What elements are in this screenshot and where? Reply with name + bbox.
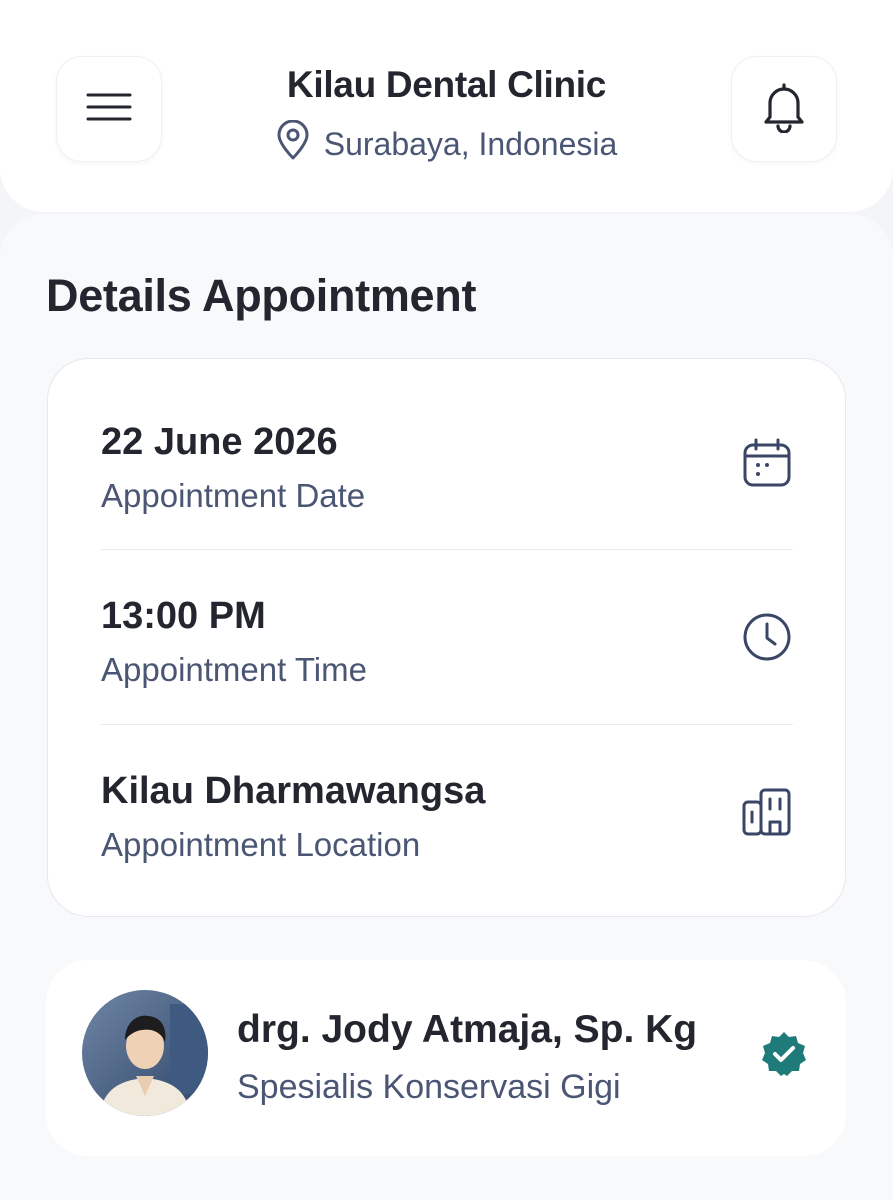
location-text: Surabaya, Indonesia: [323, 125, 618, 162]
clock-icon: [741, 611, 793, 663]
section-title: Details Appointment: [46, 270, 477, 321]
appointment-date-row: 22 June 2026 Appointment Date: [101, 359, 793, 534]
map-pin-icon: [276, 119, 310, 168]
building-icon: [741, 786, 793, 838]
appointment-time-label: Appointment Time: [101, 651, 367, 688]
calendar-icon: [741, 437, 793, 489]
doctor-avatar: [82, 990, 208, 1116]
doctor-specialty: Spesialis Konservasi Gigi: [237, 1068, 621, 1106]
appointment-date-value: 22 June 2026: [101, 421, 338, 463]
appointment-location-row: Kilau Dharmawangsa Appointment Location: [101, 708, 793, 883]
appointment-time-row: 13:00 PM Appointment Time: [101, 533, 793, 708]
appointment-time-value: 13:00 PM: [101, 595, 266, 637]
bell-icon: [762, 81, 806, 138]
appointment-location-label: Appointment Location: [101, 826, 421, 863]
appointment-details-card: 22 June 2026 Appointment Date 13:00 PM A…: [47, 358, 846, 917]
verified-badge-icon: [760, 1030, 808, 1078]
appointment-location-value: Kilau Dharmawangsa: [101, 770, 486, 812]
appointment-date-label: Appointment Date: [101, 477, 366, 514]
doctor-name: drg. Jody Atmaja, Sp. Kg: [237, 1008, 698, 1051]
notification-button[interactable]: [731, 56, 837, 162]
